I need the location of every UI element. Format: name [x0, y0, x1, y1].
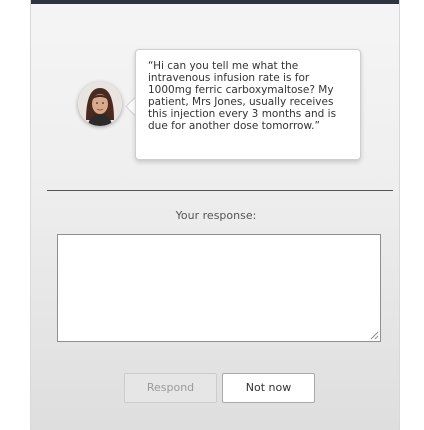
avatar — [78, 82, 122, 126]
woman-portrait-icon — [78, 82, 122, 126]
resize-grip-icon[interactable] — [370, 331, 379, 340]
message-text: “Hi can you tell me what the intravenous… — [148, 60, 337, 132]
not-now-button[interactable]: Not now — [222, 373, 315, 403]
response-label: Your response: — [175, 209, 257, 222]
respond-button[interactable]: Respond — [124, 373, 217, 403]
top-strip — [31, 0, 399, 4]
response-textarea[interactable] — [57, 234, 381, 342]
speech-bubble: “Hi can you tell me what the intravenous… — [135, 49, 361, 160]
divider — [47, 190, 393, 191]
dialog-panel: “Hi can you tell me what the intravenous… — [30, 0, 400, 430]
